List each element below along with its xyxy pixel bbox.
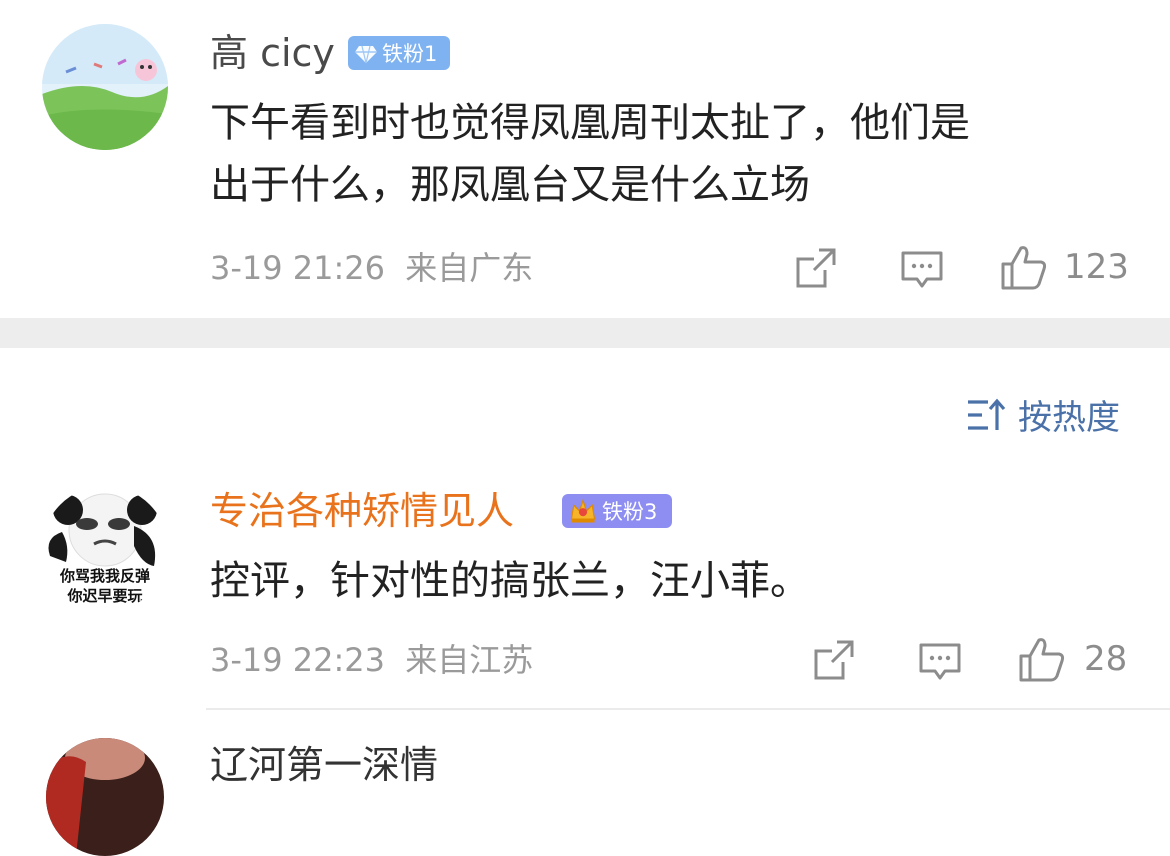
share-button[interactable] [808, 634, 860, 686]
avatar[interactable] [42, 24, 168, 150]
like-count: 28 [1084, 639, 1128, 679]
avatar[interactable]: 你骂我我反弹 你迟早要玩 [42, 486, 168, 612]
share-icon [796, 248, 836, 288]
comment-meta: 3-19 21:26 来自广东 [210, 248, 533, 288]
sort-label: 按热度 [1018, 398, 1120, 438]
username[interactable]: 辽河第一深情 [210, 742, 438, 788]
like-button[interactable]: 123 [1000, 240, 1140, 294]
username[interactable]: 高 cicy [210, 30, 335, 76]
comment-text-line: 出于什么，那凤凰台又是什么立场 [210, 162, 810, 208]
timestamp: 3-19 21:26 [210, 249, 386, 287]
section-divider [0, 318, 1170, 348]
avatar-image [46, 738, 164, 856]
username[interactable]: 专治各种矫情见人 [210, 488, 514, 534]
fan-badge[interactable]: 铁粉3 [562, 494, 672, 528]
like-icon [1001, 246, 1047, 290]
avatar-image [42, 24, 168, 150]
fan-badge[interactable]: 铁粉1 [348, 36, 450, 70]
crown-icon [570, 498, 596, 523]
sort-icon [968, 398, 1006, 430]
fan-badge-label: 铁粉1 [382, 42, 438, 66]
comment-text-line: 下午看到时也觉得凤凰周刊太扯了，他们是 [210, 100, 970, 146]
comment-icon [919, 643, 961, 680]
share-icon [814, 640, 854, 680]
share-button[interactable] [790, 242, 842, 294]
avatar-caption: 你骂我我反弹 你迟早要玩 [42, 566, 168, 606]
comment-icon [901, 251, 943, 288]
comment-text: 控评，针对性的搞张兰，汪小菲。 [210, 558, 810, 604]
timestamp: 3-19 22:23 [210, 641, 386, 679]
avatar[interactable] [46, 738, 164, 856]
diamond-icon [355, 45, 377, 64]
comment-separator [206, 708, 1170, 710]
comment-button[interactable] [896, 244, 948, 296]
like-icon [1019, 638, 1065, 682]
comment-button[interactable] [914, 636, 966, 688]
avatar-caption-line: 你骂我我反弹 [59, 567, 150, 585]
location: 来自广东 [405, 249, 534, 287]
fan-badge-label: 铁粉3 [602, 500, 658, 524]
sort-toggle[interactable]: 按热度 [966, 390, 1120, 439]
like-button[interactable]: 28 [1018, 632, 1148, 686]
location: 来自江苏 [405, 641, 534, 679]
comment-meta: 3-19 22:23 来自江苏 [210, 640, 533, 680]
like-count: 123 [1064, 247, 1129, 287]
comment-text: 下午看到时也觉得凤凰周刊太扯了，他们是 出于什么，那凤凰台又是什么立场 [210, 92, 1110, 216]
avatar-caption-line: 你迟早要玩 [67, 587, 143, 605]
